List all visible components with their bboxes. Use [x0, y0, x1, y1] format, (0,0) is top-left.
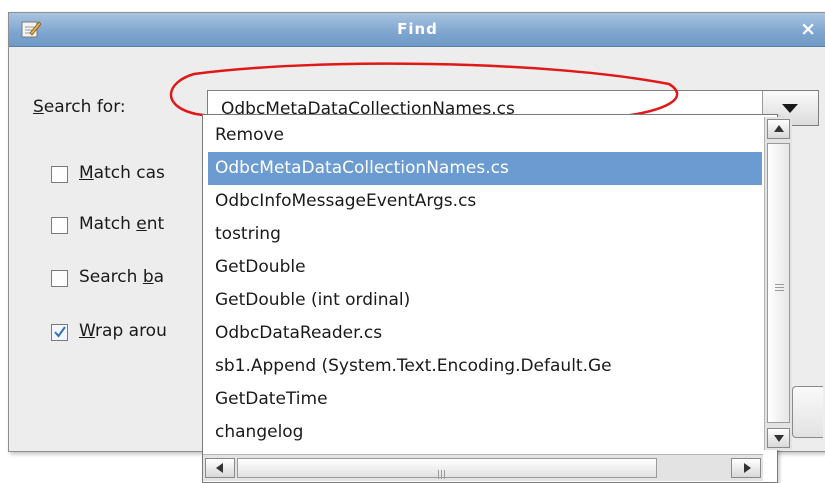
close-icon[interactable]: ×: [800, 18, 816, 40]
arrow-right-icon: [744, 463, 751, 473]
search-backwards-checkbox[interactable]: [51, 270, 68, 287]
scroll-up-button[interactable]: [767, 119, 790, 139]
list-item[interactable]: Remove: [208, 119, 762, 152]
chevron-down-icon: [782, 104, 798, 113]
match-entire-word-checkbox[interactable]: [51, 217, 68, 234]
list-item[interactable]: tostring: [208, 218, 762, 251]
search-for-label: Search for:: [33, 97, 126, 117]
list-item[interactable]: GetDouble (int ordinal): [208, 284, 762, 317]
list-item[interactable]: changelog: [208, 416, 762, 449]
horizontal-scroll-thumb[interactable]: [237, 458, 657, 479]
list-item[interactable]: sb1.Append (System.Text.Encoding.Default…: [208, 350, 762, 383]
arrow-left-icon: [216, 463, 223, 473]
scroll-left-button[interactable]: [205, 458, 235, 478]
list-item[interactable]: GetDouble: [208, 251, 762, 284]
match-entire-word-label: Match ent: [79, 214, 165, 234]
match-case-label: Match cas: [79, 163, 165, 183]
dialog-title: Find: [397, 20, 438, 38]
arrow-down-icon: [774, 435, 784, 442]
list-item-selected[interactable]: OdbcMetaDataCollectionNames.cs: [208, 152, 762, 185]
grip-icon: [438, 464, 450, 479]
list-item[interactable]: GetDateTime: [208, 383, 762, 416]
history-dropdown: Remove OdbcMetaDataCollectionNames.cs Od…: [202, 114, 792, 483]
list-item[interactable]: OdbcDataReader.cs: [208, 317, 762, 350]
history-list: Remove OdbcMetaDataCollectionNames.cs Od…: [208, 119, 762, 449]
match-case-checkbox[interactable]: [51, 166, 68, 183]
arrow-up-icon: [774, 125, 784, 132]
grip-icon: [775, 284, 784, 293]
list-item[interactable]: OdbcInfoMessageEventArgs.cs: [208, 185, 762, 218]
search-backwards-label: Search ba: [79, 267, 165, 287]
check-icon: [54, 326, 66, 338]
wrap-around-label: Wrap arou: [79, 321, 167, 341]
title-bar[interactable]: Find ×: [9, 13, 825, 47]
horizontal-scrollbar[interactable]: [203, 454, 763, 481]
find-button[interactable]: [792, 386, 823, 438]
vertical-scroll-thumb[interactable]: [767, 143, 790, 423]
vertical-scrollbar[interactable]: [764, 117, 792, 450]
scroll-down-button[interactable]: [767, 428, 790, 448]
wrap-around-checkbox[interactable]: [51, 324, 68, 341]
scroll-right-button[interactable]: [731, 458, 761, 478]
